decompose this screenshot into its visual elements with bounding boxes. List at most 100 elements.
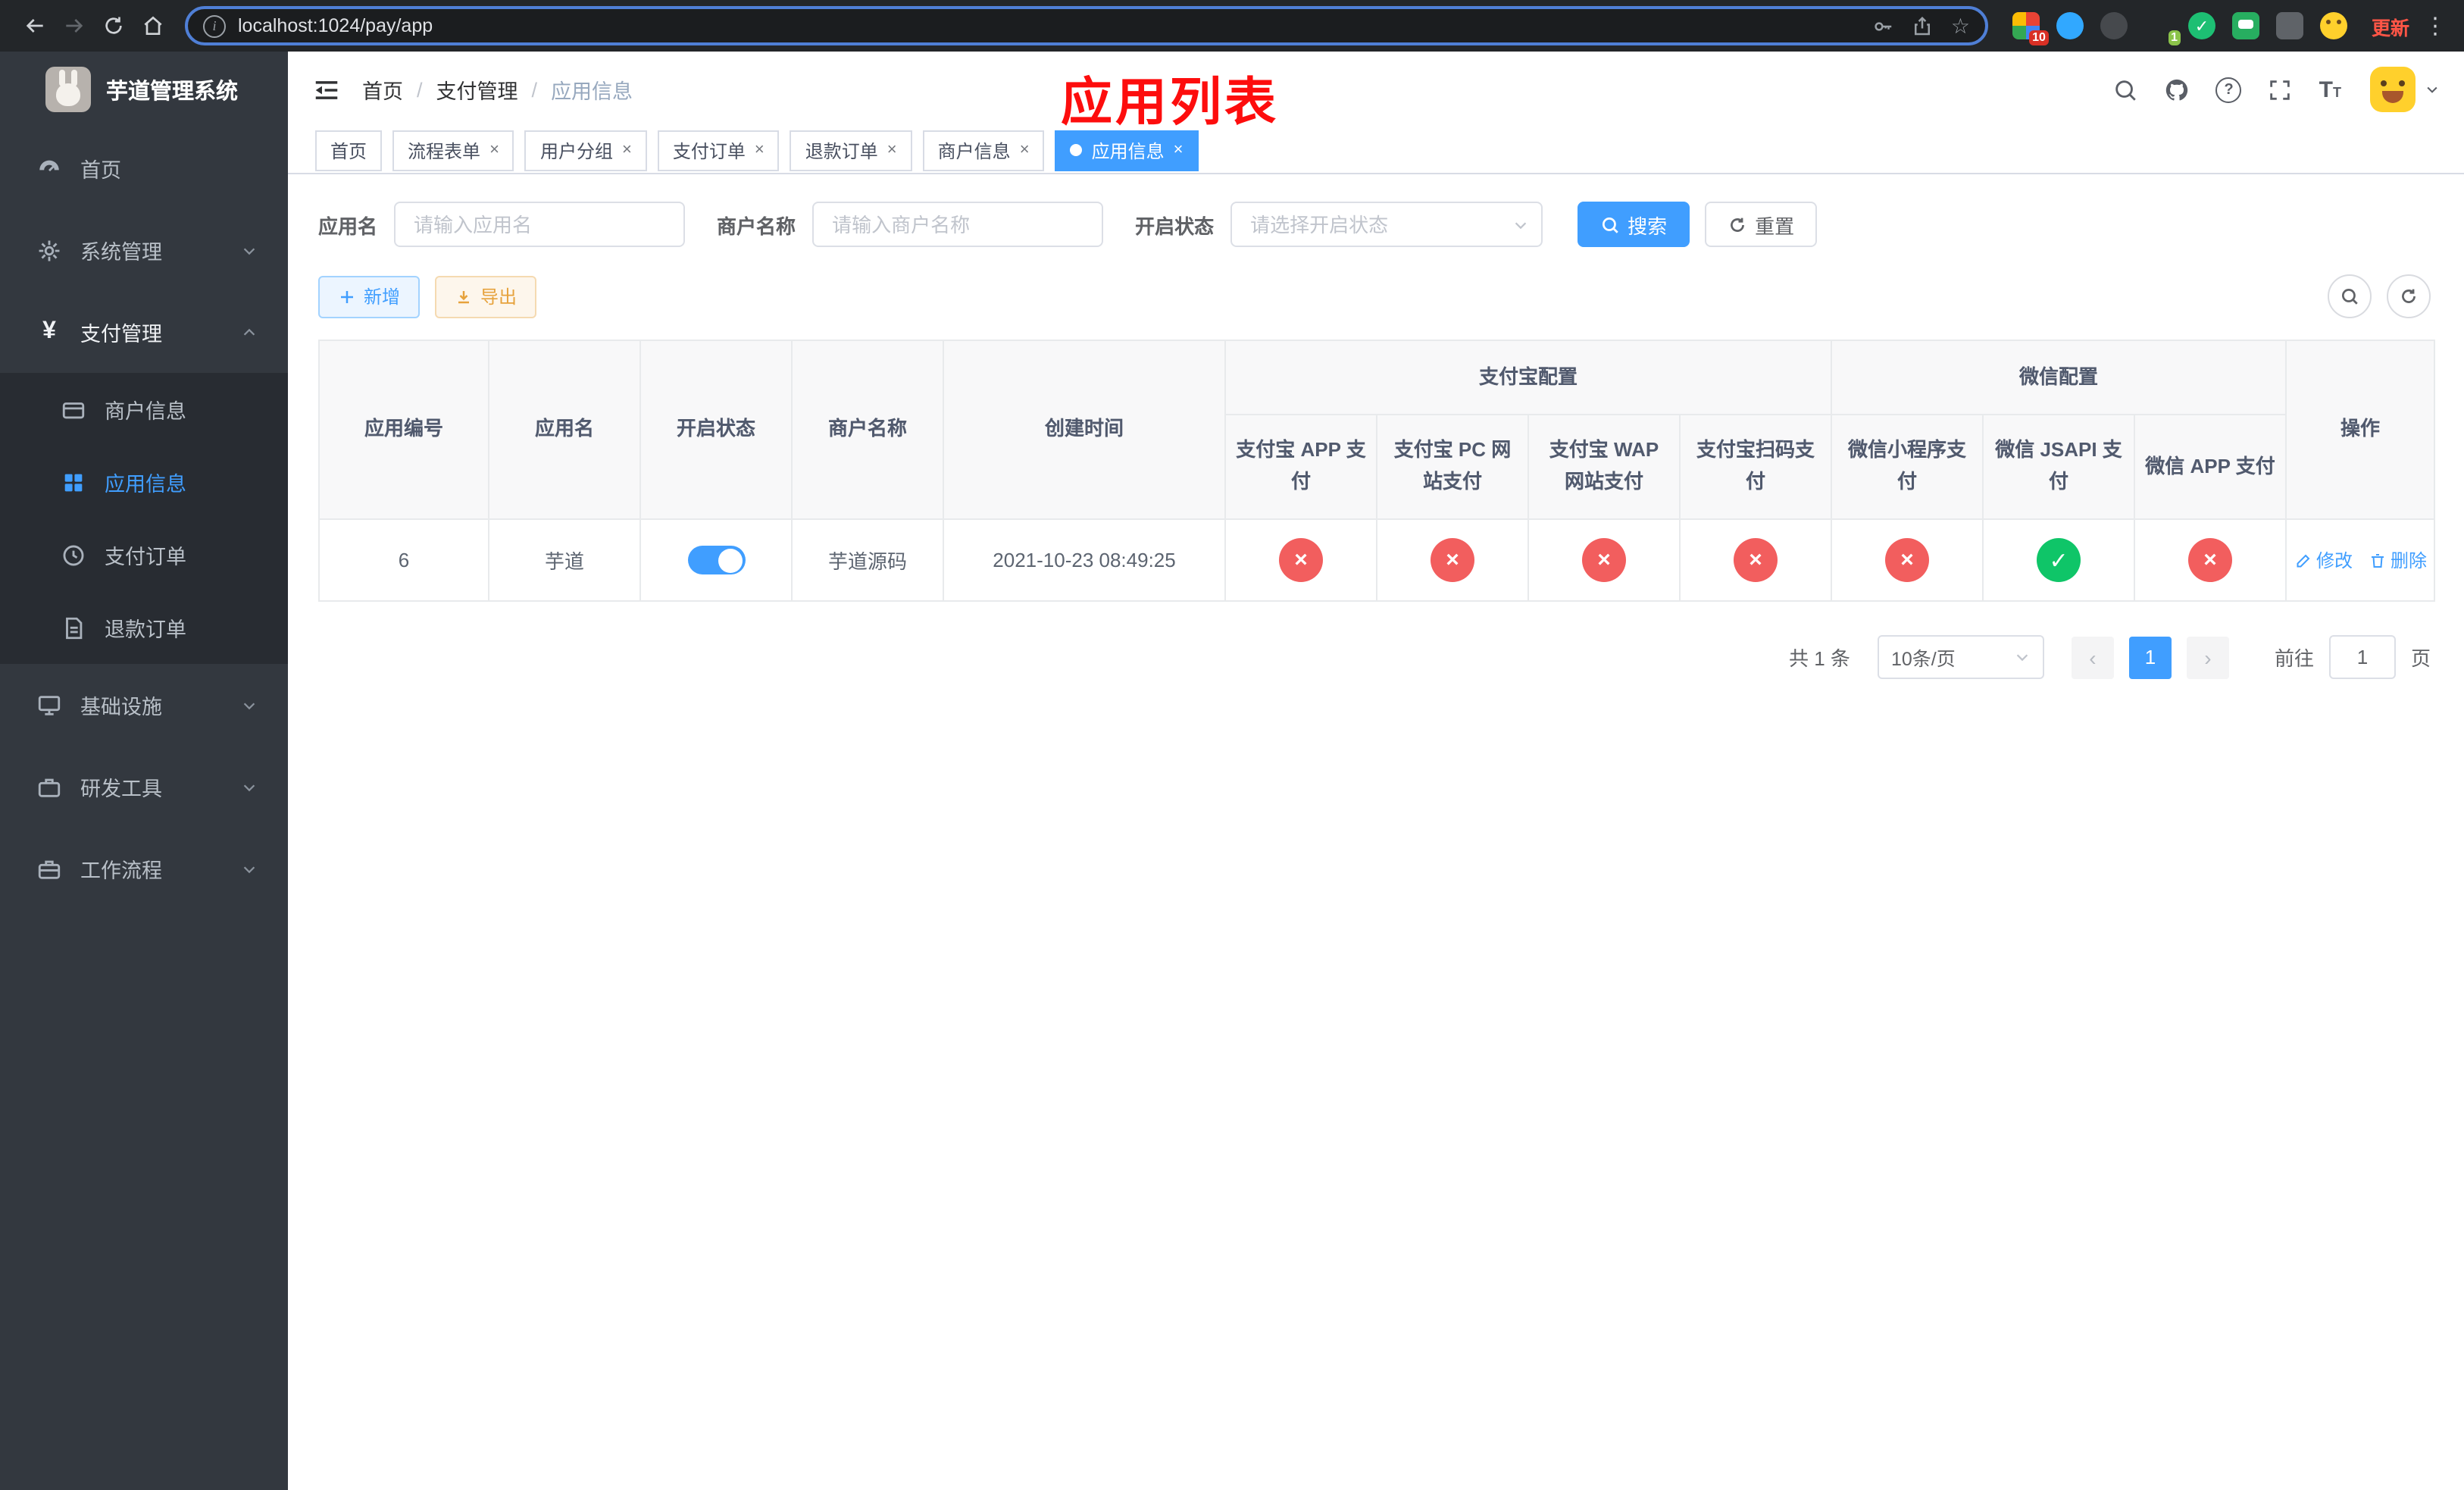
- toolbox-icon: [36, 774, 62, 800]
- chevron-down-icon: [241, 242, 258, 258]
- page-size-value: 10条/页: [1890, 649, 1956, 670]
- password-key-icon[interactable]: [1872, 14, 1895, 37]
- tab-pay-order[interactable]: 支付订单 ×: [657, 130, 780, 171]
- clock-icon: [61, 542, 86, 568]
- close-icon[interactable]: ×: [1020, 141, 1030, 158]
- navbar-actions: ? TT: [2113, 67, 2440, 112]
- sidebar-subitem-refund-order[interactable]: 退款订单: [0, 591, 288, 664]
- sidebar-item-label: 退款订单: [105, 618, 186, 641]
- close-icon[interactable]: ×: [887, 141, 897, 158]
- close-icon[interactable]: ×: [755, 141, 765, 158]
- close-icon[interactable]: ×: [489, 141, 499, 158]
- status-select[interactable]: [1230, 202, 1543, 247]
- reset-button[interactable]: 重置: [1705, 202, 1818, 247]
- breadcrumb-item[interactable]: 支付管理: [436, 74, 518, 105]
- back-icon[interactable]: [15, 6, 55, 45]
- status-select-input[interactable]: [1230, 202, 1543, 247]
- toggle-search-button[interactable]: [2328, 274, 2372, 318]
- extension-icon[interactable]: 1: [2144, 12, 2181, 45]
- goto-page-input[interactable]: [2328, 635, 2396, 679]
- extension-icon[interactable]: [2100, 12, 2128, 39]
- github-icon[interactable]: [2165, 77, 2190, 102]
- cell-wechat-lite: ×: [1831, 518, 1984, 602]
- browser-update-button[interactable]: 更新: [2359, 11, 2422, 40]
- home-icon[interactable]: [133, 6, 173, 45]
- bookmark-star-icon[interactable]: ☆: [1951, 15, 1970, 36]
- forward-icon[interactable]: [55, 6, 94, 45]
- total-count: 共 1 条: [1789, 647, 1850, 670]
- close-icon[interactable]: ×: [1174, 141, 1184, 158]
- logo-image: [45, 67, 91, 112]
- sidebar-fold-icon[interactable]: [312, 75, 341, 104]
- col-alipay-qr: 支付宝扫码支付: [1678, 414, 1833, 520]
- share-icon[interactable]: [1912, 14, 1934, 37]
- sidebar-subitem-merchant-info[interactable]: 商户信息: [0, 373, 288, 446]
- tab-app-info[interactable]: 应用信息 ×: [1055, 130, 1199, 171]
- tab-process-form[interactable]: 流程表单 ×: [392, 130, 514, 171]
- prev-page-button[interactable]: ‹: [2071, 636, 2114, 678]
- fullscreen-icon[interactable]: [2268, 77, 2294, 102]
- col-wechat-lite: 微信小程序支付: [1831, 414, 1984, 520]
- cell-wechat-app: ×: [2134, 518, 2287, 602]
- sidebar-item-system[interactable]: 系统管理: [0, 209, 288, 291]
- help-icon[interactable]: ?: [2215, 77, 2242, 102]
- page-content: 应用名 商户名称 开启状态 搜索 重置: [288, 174, 2464, 1490]
- sidebar-item-label: 首页: [80, 159, 121, 182]
- edit-button[interactable]: 修改: [2294, 547, 2353, 573]
- merchant-name-input[interactable]: [812, 202, 1104, 247]
- tab-merchant-info[interactable]: 商户信息 ×: [922, 130, 1045, 171]
- breadcrumb-item[interactable]: 首页: [362, 74, 403, 105]
- cell-alipay-qr: ×: [1678, 518, 1833, 602]
- tab-home[interactable]: 首页: [315, 130, 383, 171]
- goto-label: 前往: [2274, 647, 2314, 670]
- status-label: 开启状态: [1135, 214, 1215, 237]
- sidebar-subitem-pay-order[interactable]: 支付订单: [0, 518, 288, 591]
- credit-card-icon: [61, 396, 86, 422]
- sidebar-item-label: 支付订单: [105, 546, 186, 568]
- url-text[interactable]: localhost:1024/pay/app: [238, 15, 1860, 36]
- search-icon[interactable]: [2113, 77, 2139, 102]
- site-info-icon[interactable]: i: [203, 14, 226, 37]
- app-name-input[interactable]: [394, 202, 686, 247]
- extension-icon[interactable]: [2231, 12, 2259, 39]
- col-alipay-pc: 支付宝 PC 网站支付: [1376, 414, 1529, 520]
- close-icon[interactable]: ×: [622, 141, 632, 158]
- sidebar-item-devtools[interactable]: 研发工具: [0, 746, 288, 828]
- font-size-icon[interactable]: TT: [2319, 78, 2341, 101]
- sidebar-item-infra[interactable]: 基础设施: [0, 664, 288, 746]
- extensions-puzzle-icon[interactable]: [2275, 12, 2303, 39]
- delete-button[interactable]: 删除: [2368, 547, 2427, 573]
- payment-submenu: 商户信息 应用信息 支付订单 退款订单: [0, 373, 288, 664]
- sidebar-item-payment[interactable]: ¥ 支付管理: [0, 291, 288, 373]
- tab-user-group[interactable]: 用户分组 ×: [524, 130, 647, 171]
- page-size-select[interactable]: 10条/页: [1877, 635, 2044, 679]
- extension-icon[interactable]: [2056, 12, 2084, 39]
- pagination: 共 1 条 10条/页 ‹ 1 › 前往 页: [318, 635, 2431, 679]
- extension-icon[interactable]: 10: [2012, 12, 2049, 45]
- refresh-button[interactable]: [2387, 274, 2431, 318]
- tab-label: 应用信息: [1091, 140, 1165, 161]
- extension-icon[interactable]: [2319, 12, 2347, 39]
- sidebar-item-label: 应用信息: [105, 473, 186, 496]
- sidebar-item-label: 商户信息: [105, 400, 186, 423]
- sidebar-item-workflow[interactable]: 工作流程: [0, 828, 288, 909]
- col-app-name: 应用名: [488, 340, 641, 520]
- add-button[interactable]: 新增: [318, 275, 421, 318]
- reload-icon[interactable]: [94, 6, 133, 45]
- sidebar-item-home[interactable]: 首页: [0, 127, 288, 209]
- next-page-button[interactable]: ›: [2186, 636, 2229, 678]
- user-menu[interactable]: [2370, 67, 2440, 112]
- tab-refund-order[interactable]: 退款订单 ×: [790, 130, 912, 171]
- monitor-icon: [36, 692, 62, 718]
- status-toggle[interactable]: [687, 546, 745, 574]
- sidebar-item-label: 基础设施: [80, 696, 162, 718]
- url-bar[interactable]: i localhost:1024/pay/app ☆: [185, 6, 1988, 45]
- search-button[interactable]: 搜索: [1578, 202, 1690, 247]
- sidebar-subitem-app-info[interactable]: 应用信息: [0, 446, 288, 518]
- chevron-down-icon: [241, 696, 258, 713]
- avatar[interactable]: [2370, 67, 2416, 112]
- export-button[interactable]: 导出: [435, 275, 537, 318]
- browser-menu-icon[interactable]: ⋮: [2422, 12, 2449, 39]
- page-number-button[interactable]: 1: [2128, 636, 2172, 678]
- extension-icon[interactable]: ✓: [2187, 12, 2215, 39]
